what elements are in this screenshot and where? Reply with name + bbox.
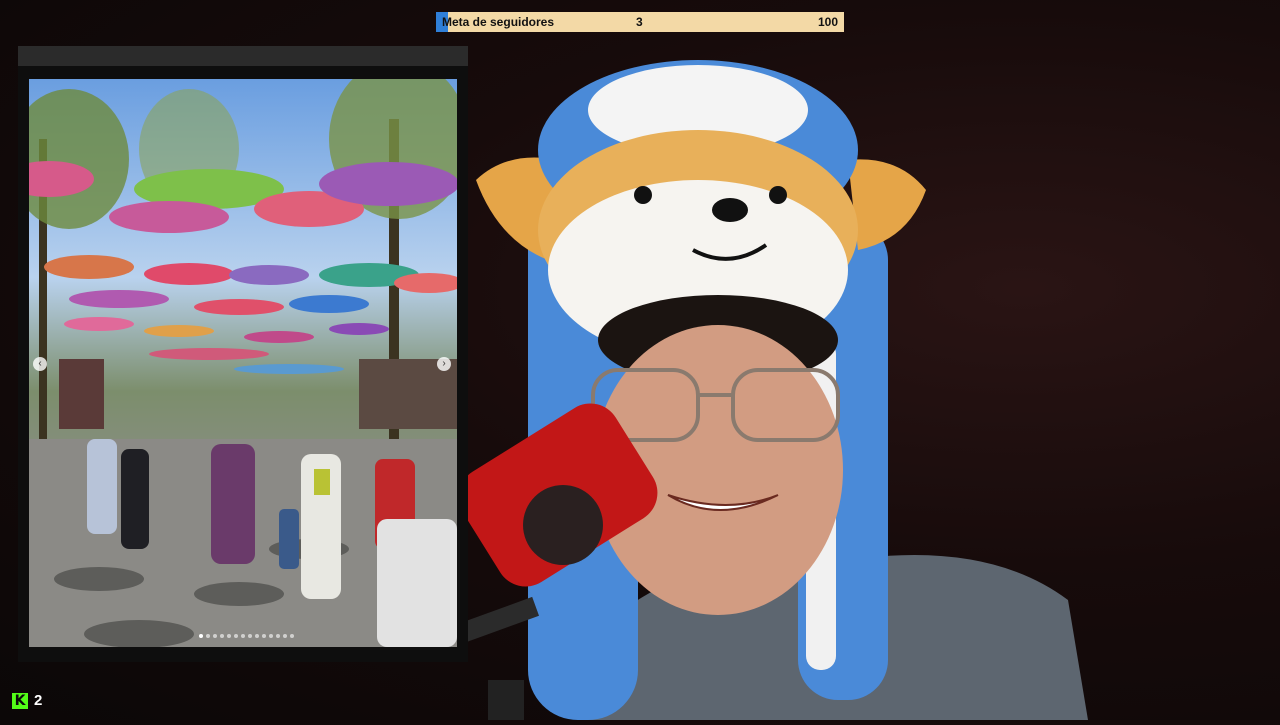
carousel-dot — [290, 634, 294, 638]
share-top-bar — [18, 46, 468, 66]
carousel-prev-icon[interactable]: ‹ — [33, 357, 47, 371]
streamer-illustration — [456, 60, 1088, 720]
viewer-count: 2 — [34, 692, 43, 709]
carousel-next-icon[interactable]: › — [437, 357, 451, 371]
carousel-dot — [234, 634, 238, 638]
follower-goal-bar: Meta de seguidores 3 100 — [436, 12, 844, 32]
photo-illustration — [29, 79, 457, 647]
carousel-dot — [213, 634, 217, 638]
screen-share-panel: ‹ › — [18, 46, 468, 662]
goal-label: Meta de seguidores — [442, 15, 555, 29]
carousel-dot — [241, 634, 245, 638]
carousel-indicator — [199, 634, 294, 638]
carousel-dot — [199, 634, 203, 638]
carousel-dot — [220, 634, 224, 638]
kick-logo-icon: K — [12, 692, 28, 709]
carousel-dot — [206, 634, 210, 638]
carousel-dot — [255, 634, 259, 638]
carousel-dot — [227, 634, 231, 638]
carousel-dot — [276, 634, 280, 638]
umbrella-street-photo: ‹ › — [29, 79, 457, 647]
viewer-count-badge: K 2 — [12, 692, 42, 709]
webcam-feed — [456, 40, 1280, 720]
goal-target-count: 100 — [817, 15, 838, 29]
carousel-dot — [269, 634, 273, 638]
carousel-dot — [248, 634, 252, 638]
carousel-dot — [283, 634, 287, 638]
goal-current-count: 3 — [636, 15, 643, 29]
carousel-dot — [262, 634, 266, 638]
